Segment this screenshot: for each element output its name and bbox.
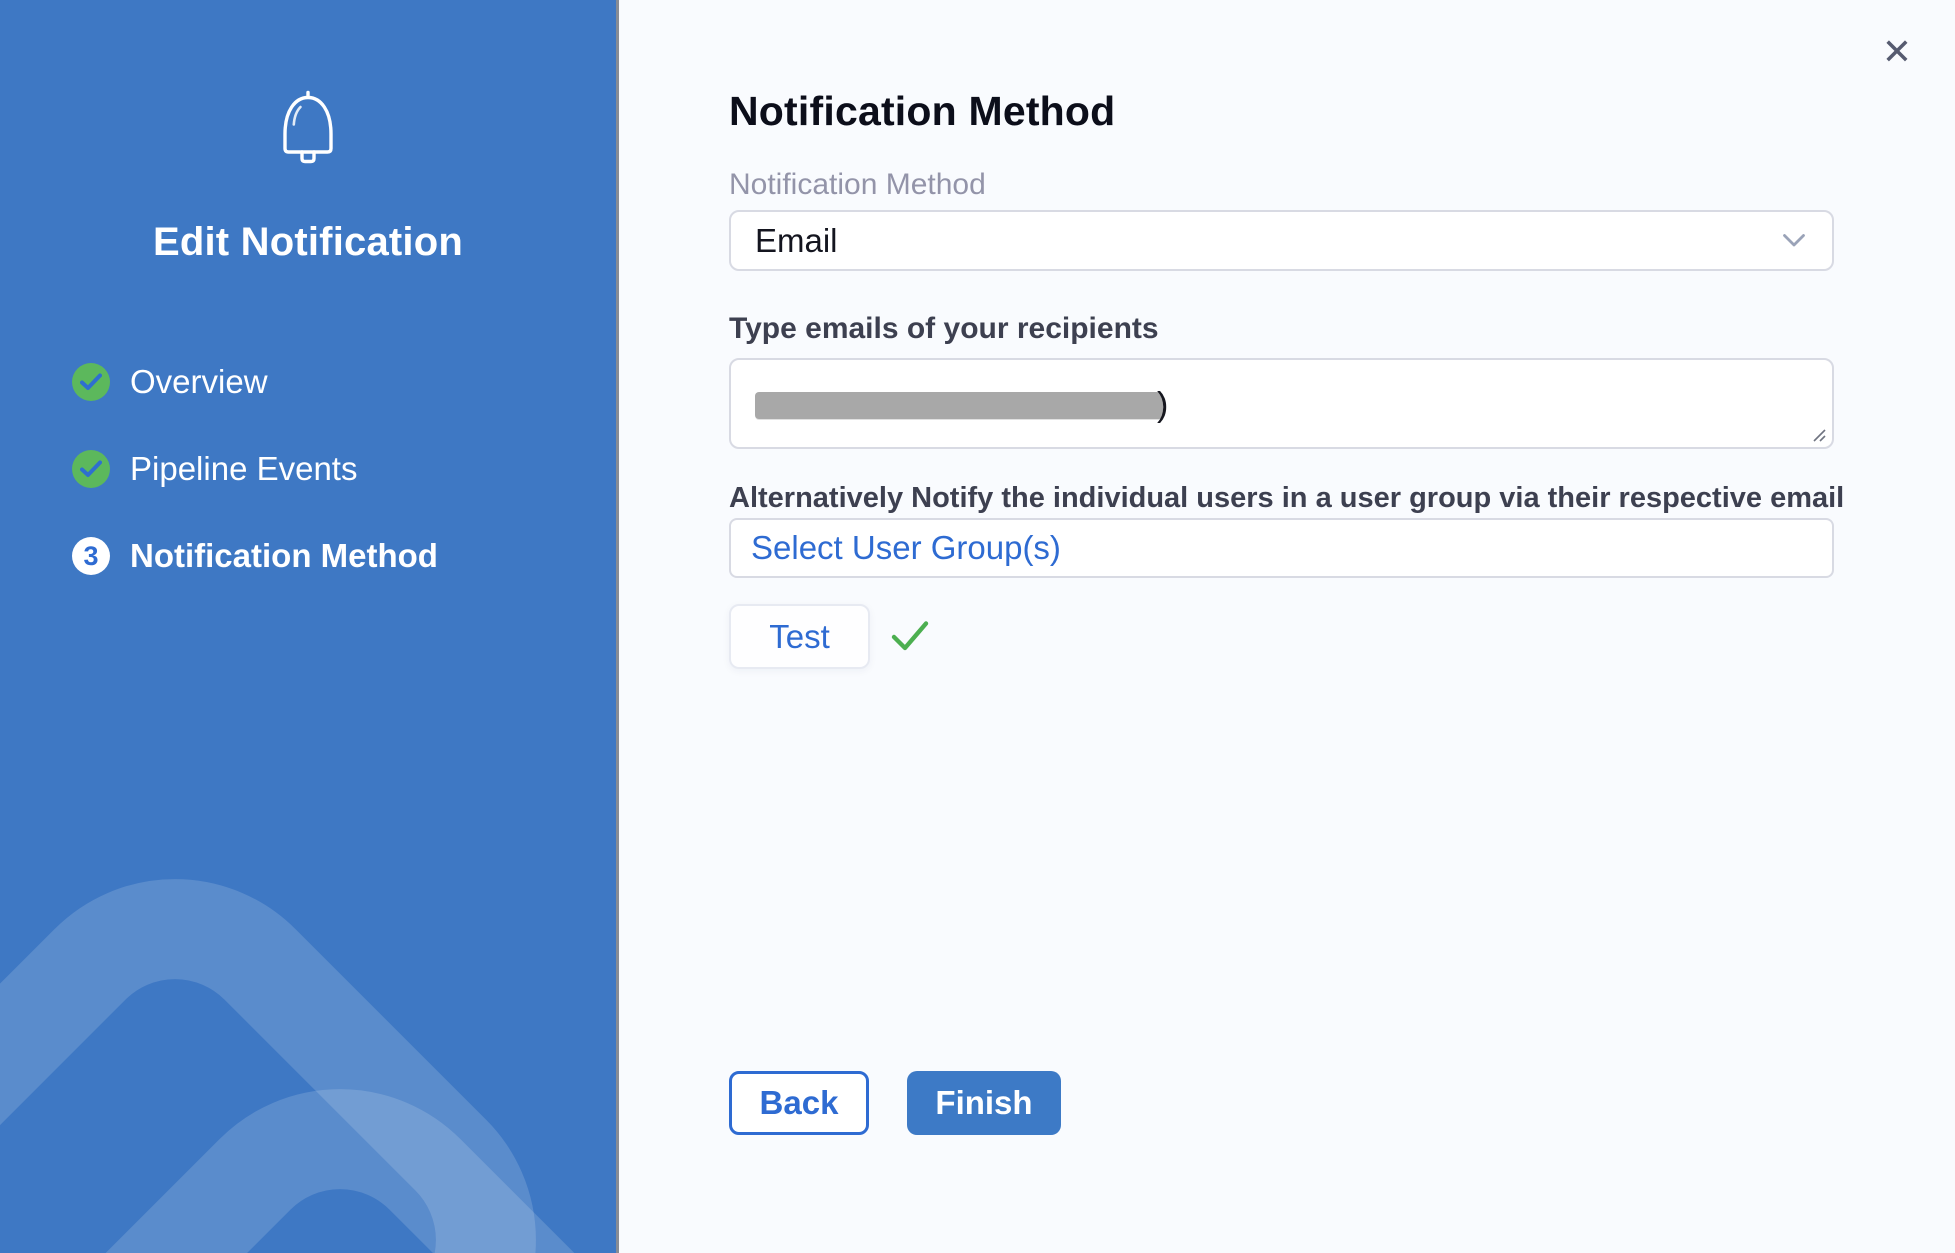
recipients-label: Type emails of your recipients [729, 312, 1159, 346]
redacted-email-suffix: ) [1157, 386, 1168, 425]
redacted-email-value [755, 392, 1163, 419]
step-pipeline-events[interactable]: Pipeline Events [72, 450, 438, 488]
recipients-textarea[interactable]: ) [729, 358, 1834, 449]
select-user-groups-box[interactable]: Select User Group(s) [729, 518, 1834, 578]
check-icon [80, 460, 102, 478]
notification-method-label: Notification Method [729, 168, 986, 202]
notification-method-panel: ✕ Notification Method Notification Metho… [619, 0, 1955, 1253]
back-button[interactable]: Back [729, 1071, 869, 1135]
step-label: Overview [130, 363, 268, 401]
step-done-icon [72, 450, 110, 488]
step-number-badge: 3 [72, 537, 110, 575]
brand-watermark-logo [0, 753, 616, 1253]
close-icon[interactable]: ✕ [1875, 30, 1919, 74]
wizard-title: Edit Notification [0, 220, 616, 265]
select-user-groups-link[interactable]: Select User Group(s) [751, 529, 1061, 567]
edit-notification-modal: Edit Notification Overview Pipeline Even… [0, 0, 1955, 1253]
check-icon [80, 373, 102, 391]
step-notification-method[interactable]: 3 Notification Method [72, 537, 438, 575]
test-button[interactable]: Test [729, 604, 870, 669]
page-title: Notification Method [729, 88, 1115, 135]
wizard-sidebar: Edit Notification Overview Pipeline Even… [0, 0, 616, 1253]
bell-icon [276, 90, 340, 168]
step-label: Pipeline Events [130, 450, 357, 488]
resize-handle-icon[interactable] [1809, 425, 1827, 443]
step-number: 3 [83, 541, 98, 572]
notification-method-select[interactable]: Email [729, 210, 1834, 271]
chevron-down-icon [1782, 233, 1806, 248]
sidebar-divider [616, 0, 619, 1253]
test-success-check-icon [891, 620, 929, 652]
step-overview[interactable]: Overview [72, 363, 438, 401]
notification-method-value: Email [755, 222, 1782, 260]
step-label: Notification Method [130, 537, 438, 575]
wizard-steps: Overview Pipeline Events 3 Notification … [72, 363, 438, 624]
step-done-icon [72, 363, 110, 401]
finish-button[interactable]: Finish [907, 1071, 1061, 1135]
